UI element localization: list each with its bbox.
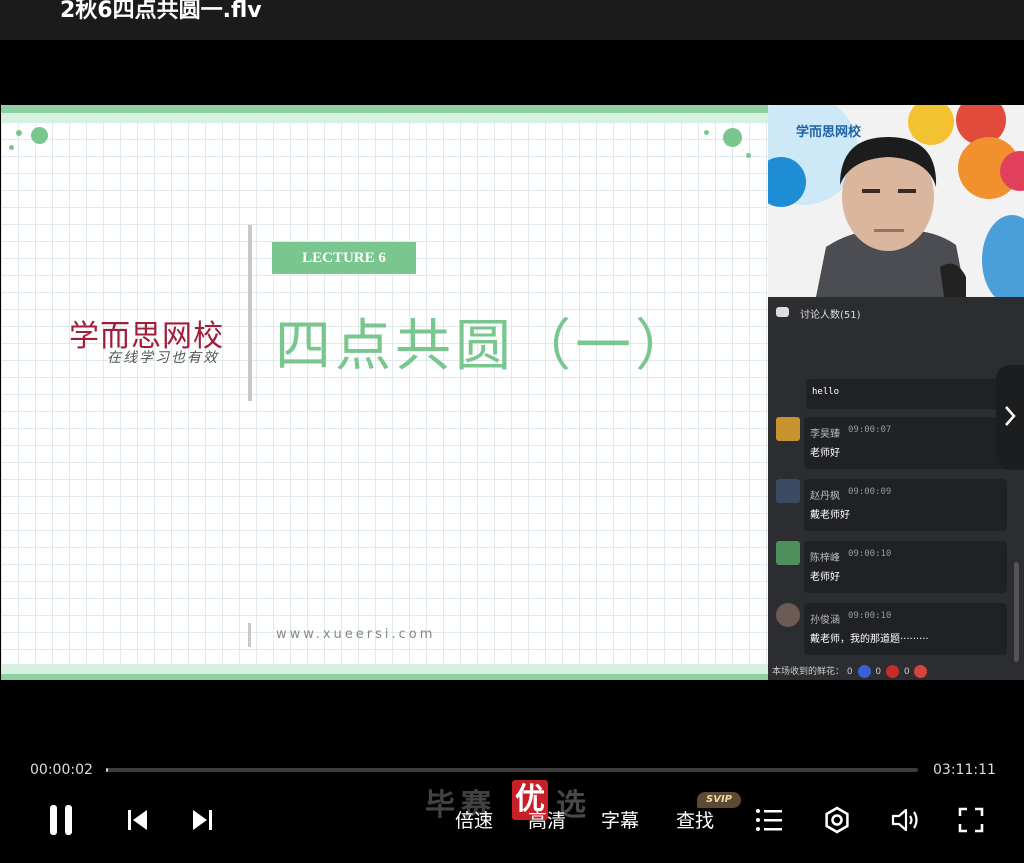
slide-dot [16, 130, 22, 136]
settings-icon [825, 806, 849, 834]
avatar [776, 541, 800, 565]
search-button[interactable]: 查找 [676, 806, 714, 833]
fullscreen-icon [958, 807, 984, 833]
playlist-button[interactable] [754, 800, 784, 840]
volume-button[interactable] [890, 800, 922, 840]
slide-band-bottom [1, 674, 768, 680]
panel-toggle-button[interactable] [996, 365, 1024, 470]
chat-timestamp: 09:00:10 [848, 611, 892, 621]
fullscreen-button[interactable] [956, 800, 986, 840]
pause-icon [50, 805, 72, 835]
skip-previous-icon [128, 810, 147, 830]
chat-timestamp: 09:00:07 [848, 425, 892, 435]
avatar [776, 603, 800, 627]
speed-button[interactable]: 倍速 [455, 806, 493, 833]
slide-dot [746, 153, 751, 158]
chat-message: 李昊臻 09:00:07 老师好 [804, 417, 1007, 469]
slide-divider-small [248, 623, 251, 647]
blue-flower-icon [857, 665, 871, 678]
flower-count: 0 [846, 667, 853, 677]
settings-button[interactable] [822, 800, 852, 840]
avatar [776, 479, 800, 503]
chat-message-text: hello [812, 387, 840, 397]
total-time: 03:11:11 [933, 762, 996, 778]
slide-band-top [1, 105, 768, 113]
previous-button[interactable] [124, 800, 152, 840]
teacher-webcam: 学而思网校 [768, 105, 1024, 297]
chat-user-name: 陈梓峰 [810, 553, 840, 564]
red-bouquet-icon [914, 665, 928, 678]
quality-button[interactable]: 高清 [528, 806, 566, 833]
flower-count: 0 [875, 667, 882, 677]
slide-band-bottom-light [1, 664, 768, 674]
chat-message: 赵丹枫 09:00:09 戴老师好 [804, 479, 1007, 531]
chat-user-name: 孙俊涵 [810, 615, 840, 626]
slide-dot [31, 127, 48, 144]
next-button[interactable] [188, 800, 216, 840]
list-icon [756, 809, 782, 831]
subtitle-button[interactable]: 字幕 [601, 806, 639, 833]
brand-slogan: 在线学习也有效 [107, 350, 219, 366]
pause-button[interactable] [44, 800, 78, 840]
slide-title: 四点共圆（一） [275, 314, 695, 379]
flower-count: 0 [903, 667, 910, 677]
chat-bubble-icon [776, 307, 789, 317]
title-bar: 2秋6四点共圆一.flv [0, 0, 1024, 40]
flowers-row: 本场收到的鲜花： 0 0 0 [772, 664, 929, 678]
red-flower-icon [885, 665, 899, 678]
svip-badge: SVIP [697, 792, 741, 808]
teacher-figure [816, 137, 966, 297]
flowers-label: 本场收到的鲜花： [772, 667, 845, 677]
chat-message-text: 老师好 [810, 572, 840, 583]
lecture-slide: 学而思网校 在线学习也有效 LECTURE 6 四点共圆（一） www.xuee… [1, 105, 768, 680]
current-time: 00:00:02 [30, 762, 93, 778]
chat-message-text: 老师好 [810, 448, 840, 459]
bg-circle [982, 215, 1024, 297]
avatar [776, 417, 800, 441]
slide-dot [9, 145, 14, 150]
chat-user-name: 赵丹枫 [810, 491, 840, 502]
chat-participant-count: 讨论人数(51) [800, 310, 861, 321]
slide-url: www.xueersi.com [276, 627, 436, 642]
chat-scrollbar[interactable] [1014, 562, 1019, 662]
chat-message: 孙俊涵 09:00:10 戴老师，我的那道题········· [804, 603, 1007, 655]
lecture-tag: LECTURE 6 [272, 242, 416, 274]
slide-dot [723, 128, 742, 147]
chat-message-text: 戴老师好 [810, 510, 850, 521]
slide-dot [704, 130, 709, 135]
chat-user-name: 李昊臻 [810, 429, 840, 440]
progress-bar[interactable] [106, 768, 918, 772]
chat-panel: 讨论人数(51) hello 李昊臻 09:00:07 老师好 赵丹枫 09:0… [768, 297, 1024, 680]
chat-timestamp: 09:00:09 [848, 487, 892, 497]
chat-message: hello [806, 379, 1006, 409]
slide-divider [248, 225, 252, 401]
volume-icon [891, 808, 918, 832]
skip-next-icon [193, 810, 212, 830]
window-title: 2秋6四点共圆一.flv [60, 0, 262, 23]
chat-message: 陈梓峰 09:00:10 老师好 [804, 541, 1007, 593]
chat-timestamp: 09:00:10 [848, 549, 892, 559]
slide-band-top-light [1, 113, 768, 123]
progress-fill [106, 768, 109, 772]
chat-header: 讨论人数(51) [768, 297, 1024, 327]
chevron-right-icon [1005, 406, 1016, 426]
chat-message-text: 戴老师，我的那道题········· [810, 634, 929, 645]
